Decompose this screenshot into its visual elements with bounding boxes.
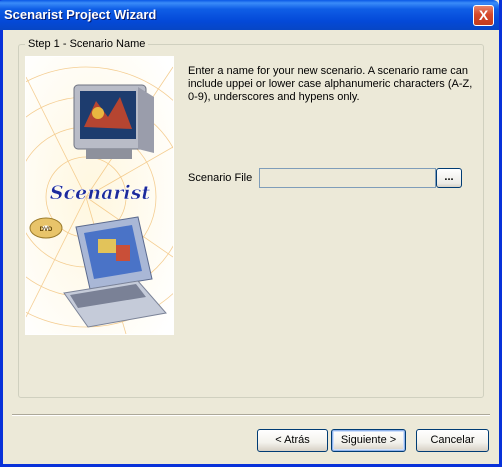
close-button[interactable]: X: [473, 5, 494, 26]
window-title: Scenarist Project Wizard: [4, 7, 157, 22]
back-button[interactable]: < Atrás: [257, 429, 328, 452]
dvd-label: DVD: [40, 227, 53, 233]
scenarist-logo: Scenarist: [50, 182, 150, 204]
button-divider: [12, 414, 490, 416]
illustration-svg: DVD Scenarist: [26, 57, 173, 334]
tv-monitor-icon: [73, 84, 154, 159]
title-bar[interactable]: Scenarist Project Wizard X: [0, 0, 499, 30]
next-button[interactable]: Siguiente >: [331, 429, 406, 452]
scenario-file-label: Scenario File: [188, 172, 253, 184]
instructions-text: Enter a name for your new scenario. A sc…: [188, 65, 473, 103]
close-icon: X: [478, 7, 489, 23]
wizard-illustration: DVD Scenarist: [25, 56, 174, 335]
step-legend: Step 1 - Scenario Name: [25, 38, 149, 50]
cancel-button[interactable]: Cancelar: [416, 429, 489, 452]
browse-button[interactable]: ...: [436, 168, 462, 188]
scenario-file-input[interactable]: [259, 168, 436, 188]
